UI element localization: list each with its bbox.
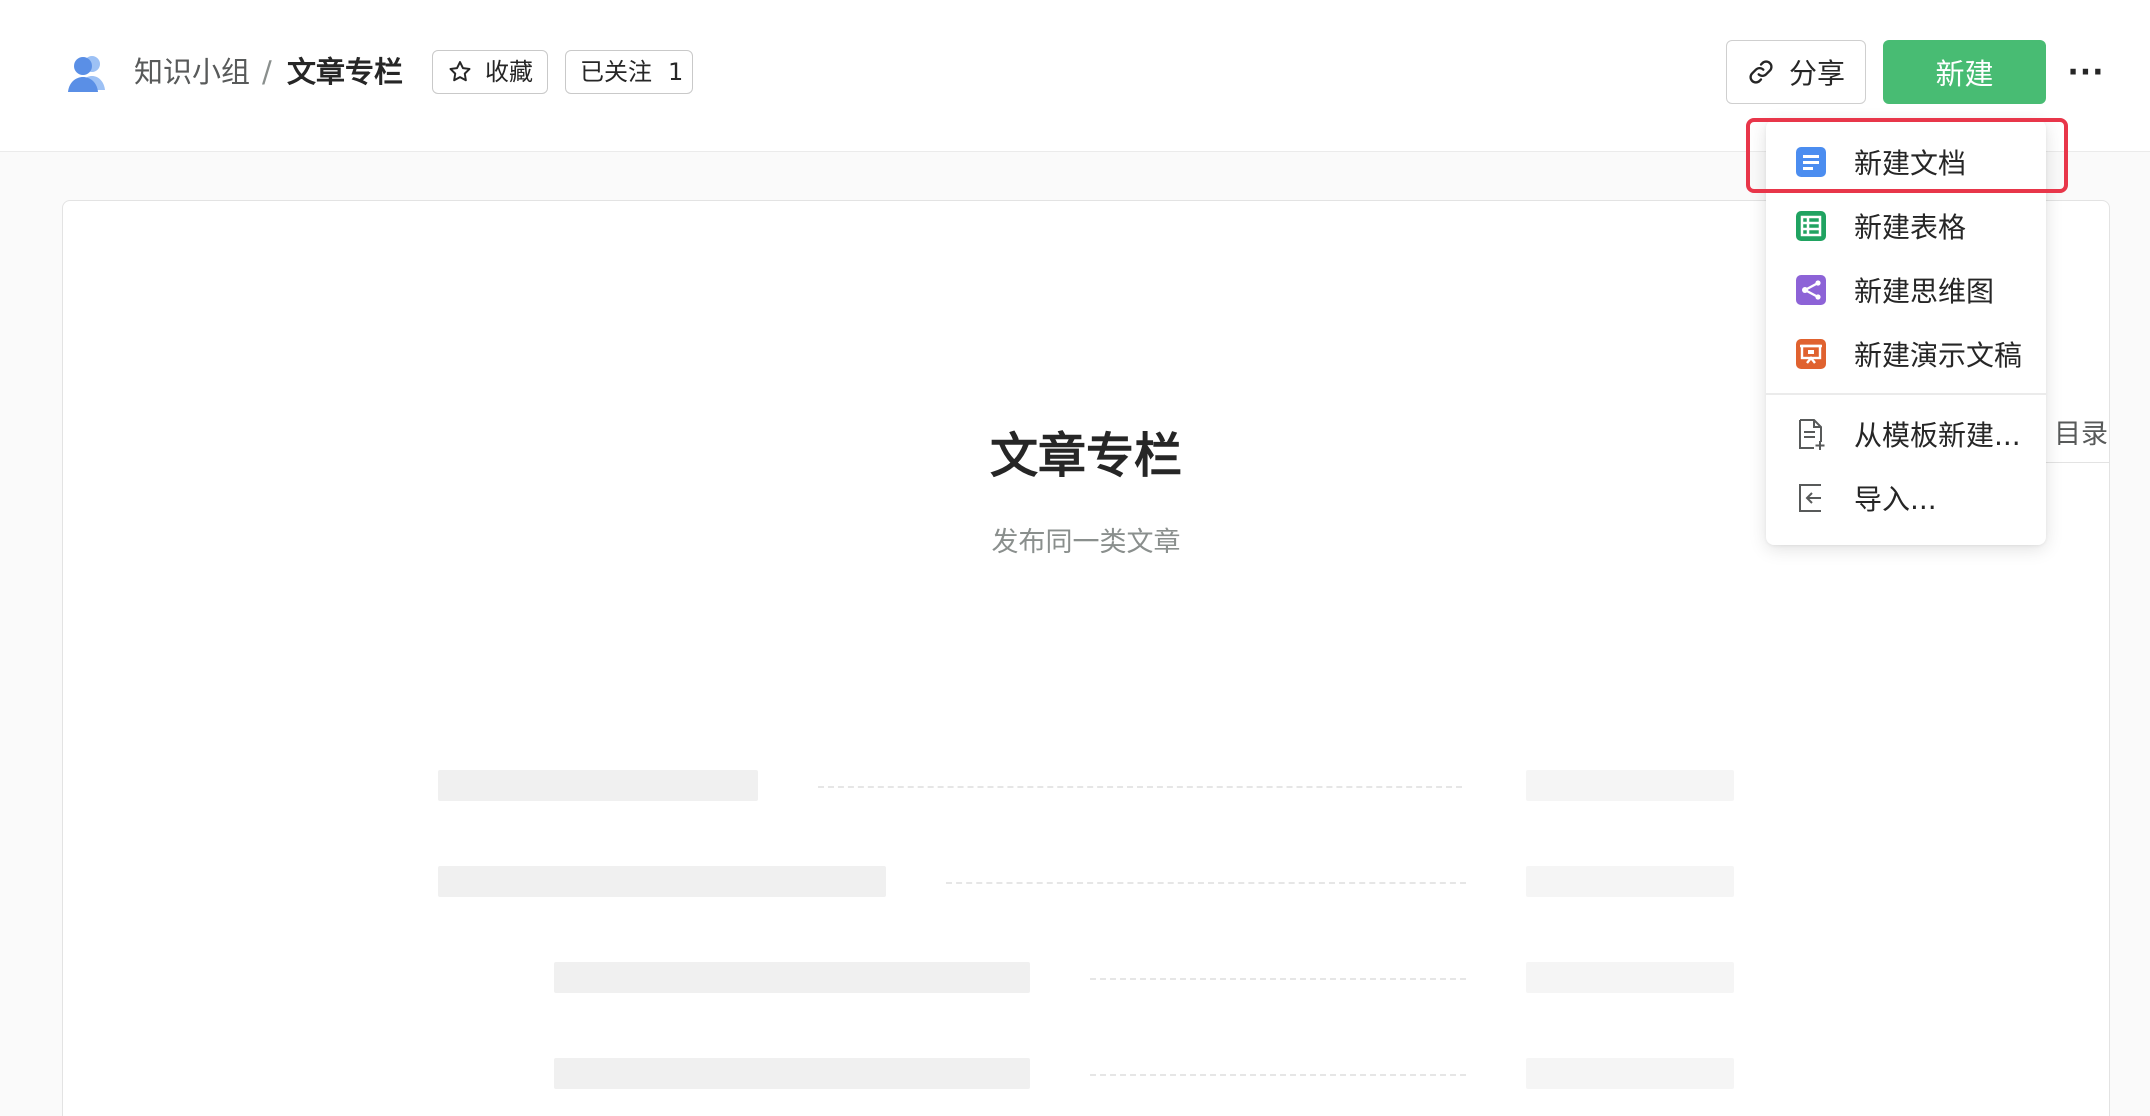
- menu-item-label: 从模板新建...: [1854, 419, 2021, 452]
- menu-item-label: 新建表格: [1854, 211, 1967, 244]
- new-button-label: 新建: [1935, 57, 1994, 91]
- skeleton-title: [438, 770, 758, 801]
- menu-item-new-slides[interactable]: 新建演示文稿: [1766, 322, 2046, 386]
- menu-item-new-sheet[interactable]: 新建表格: [1766, 194, 2046, 258]
- share-button[interactable]: 分享: [1726, 40, 1866, 104]
- share-label: 分享: [1788, 57, 1845, 90]
- star-icon: [449, 61, 471, 82]
- skeleton-dash: [946, 882, 1466, 884]
- menu-item-import[interactable]: 导入...: [1766, 466, 2046, 530]
- new-button[interactable]: 新建: [1883, 40, 2046, 104]
- menu-item-label: 新建文档: [1854, 147, 1967, 180]
- breadcrumb-separator: /: [262, 55, 272, 89]
- skeleton-title: [438, 866, 886, 897]
- menu-item-label: 新建演示文稿: [1854, 339, 2023, 372]
- menu-item-new-doc[interactable]: 新建文档: [1766, 130, 2046, 194]
- group-avatar-icon[interactable]: [62, 50, 110, 98]
- menu-item-from-template[interactable]: 从模板新建...: [1766, 402, 2046, 466]
- link-icon: [1749, 60, 1773, 84]
- favorite-label: 收藏: [485, 57, 533, 86]
- template-icon: [1799, 419, 1825, 450]
- more-actions-button[interactable]: ···: [2066, 52, 2106, 92]
- skeleton-title: [554, 962, 1030, 993]
- follow-label: 已关注: [580, 57, 652, 86]
- menu-item-new-mindmap[interactable]: 新建思维图: [1766, 258, 2046, 322]
- breadcrumb-group-link[interactable]: 知识小组: [134, 52, 250, 92]
- mindmap-icon: [1796, 275, 1826, 305]
- skeleton-title: [554, 1058, 1030, 1089]
- skeleton-meta: [1526, 770, 1734, 801]
- menu-divider: [1766, 393, 2046, 395]
- skeleton-dash: [818, 786, 1462, 788]
- doc-icon: [1796, 147, 1826, 177]
- sheet-icon: [1796, 211, 1826, 241]
- skeleton-meta: [1526, 1058, 1734, 1089]
- knowledge-book-page: 知识小组 / 文章专栏 收藏 已关注 1 分享 新建 ··· 目录 文章专栏 发…: [0, 0, 2150, 1116]
- skeleton-meta: [1526, 866, 1734, 897]
- import-icon: [1799, 484, 1821, 512]
- new-dropdown-menu: 新建文档 新建表格 新建思维图 新建演示文稿 从模板新建... 导入...: [1766, 120, 2046, 545]
- follow-button[interactable]: 已关注 1: [565, 50, 693, 94]
- skeleton-dash: [1090, 1074, 1466, 1076]
- more-dots-icon: ···: [2067, 54, 2105, 90]
- skeleton-meta: [1526, 962, 1734, 993]
- breadcrumb-current-book[interactable]: 文章专栏: [287, 52, 403, 92]
- menu-item-label: 导入...: [1854, 483, 1937, 516]
- menu-item-label: 新建思维图: [1854, 275, 1995, 308]
- follow-count: 1: [668, 57, 684, 86]
- skeleton-dash: [1090, 978, 1466, 980]
- slides-icon: [1796, 339, 1826, 369]
- favorite-button[interactable]: 收藏: [432, 50, 548, 94]
